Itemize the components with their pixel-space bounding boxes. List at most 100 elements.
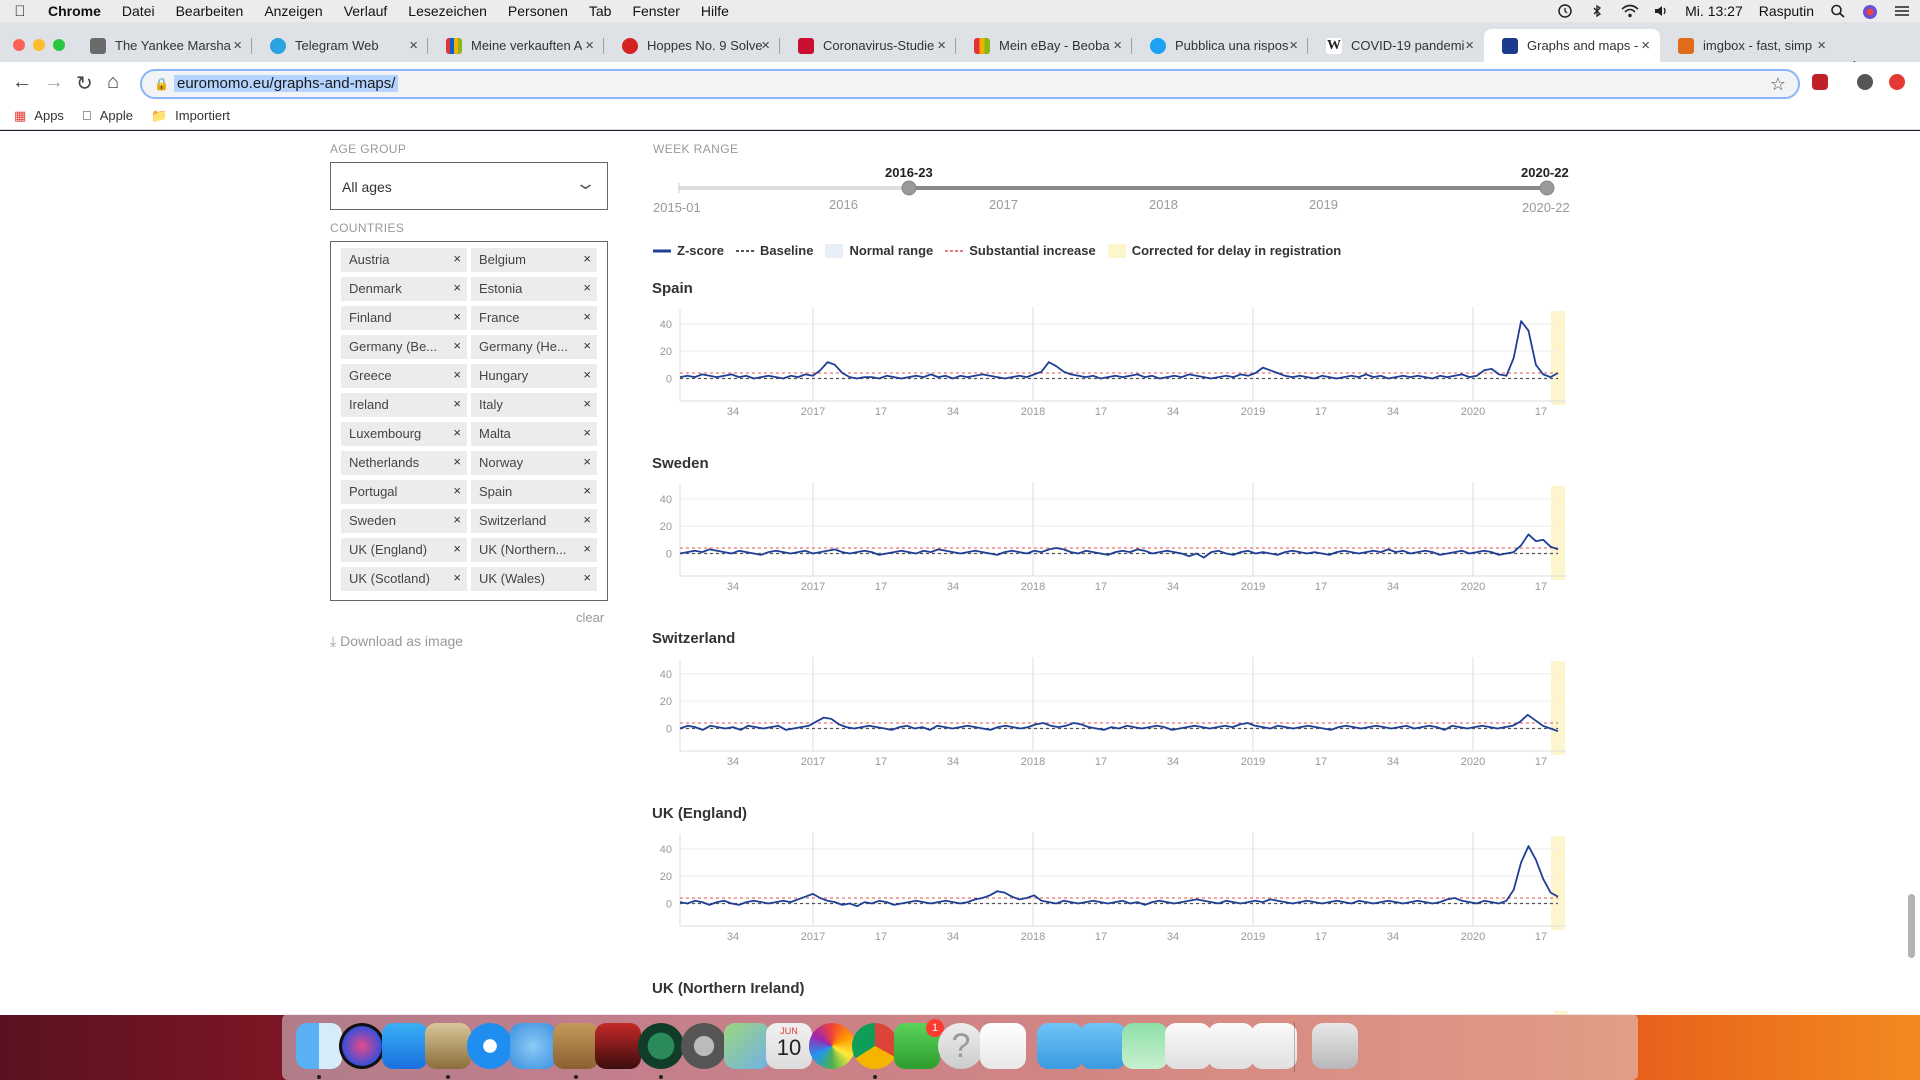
document-icon[interactable]: [1208, 1023, 1254, 1069]
remove-chip-icon[interactable]: ×: [583, 338, 591, 353]
remove-chip-icon[interactable]: ×: [453, 425, 461, 440]
remove-chip-icon[interactable]: ×: [583, 280, 591, 295]
menu-bearbeiten[interactable]: Bearbeiten: [176, 3, 244, 19]
clear-link[interactable]: clear: [576, 610, 604, 625]
app-store-icon[interactable]: [382, 1023, 428, 1069]
remove-chip-icon[interactable]: ×: [583, 309, 591, 324]
menu-anzeigen[interactable]: Anzeigen: [264, 3, 322, 19]
remove-chip-icon[interactable]: ×: [583, 454, 591, 469]
country-chip[interactable]: France ×: [471, 306, 597, 330]
remove-chip-icon[interactable]: ×: [583, 367, 591, 382]
country-chip[interactable]: Greece ×: [341, 364, 467, 388]
tab-close-icon[interactable]: ×: [937, 37, 946, 54]
siri-icon[interactable]: [339, 1023, 385, 1069]
week-range-slider[interactable]: WEEK RANGE 2015-01 2020-22 2016-23 2020-…: [653, 131, 1573, 221]
bluetooth-icon[interactable]: [1589, 4, 1605, 18]
menu-clock[interactable]: Mi. 13:27: [1685, 3, 1743, 19]
maps-icon[interactable]: [724, 1023, 770, 1069]
tab-close-icon[interactable]: ×: [1113, 37, 1122, 54]
remove-chip-icon[interactable]: ×: [583, 483, 591, 498]
country-chip[interactable]: Portugal ×: [341, 480, 467, 504]
profile-icon[interactable]: [1857, 74, 1873, 90]
country-chip[interactable]: Spain ×: [471, 480, 597, 504]
remove-chip-icon[interactable]: ×: [453, 454, 461, 469]
tab-close-icon[interactable]: ×: [409, 37, 418, 54]
country-chip[interactable]: Norway ×: [471, 451, 597, 475]
remove-chip-icon[interactable]: ×: [583, 425, 591, 440]
country-chip[interactable]: UK (Wales) ×: [471, 567, 597, 591]
chart-sweden[interactable]: 0 20 40 34 2017 17 34 2018 17 34 2019 17 34 2020 17: [653, 476, 1573, 606]
wifi-icon[interactable]: [1621, 4, 1639, 18]
extension-icon[interactable]: [1889, 74, 1905, 90]
address-bar[interactable]: 🔒 euromomo.eu/graphs-and-maps/ ☆: [140, 69, 1800, 99]
country-chip[interactable]: Italy ×: [471, 393, 597, 417]
menu-app-name[interactable]: Chrome: [48, 3, 101, 19]
remove-chip-icon[interactable]: ×: [453, 367, 461, 382]
menu-personen[interactable]: Personen: [508, 3, 568, 19]
age-group-select[interactable]: All ages ⌄: [330, 162, 608, 210]
tab-graphs-and-maps[interactable]: Graphs and maps - ×: [1484, 29, 1660, 62]
week-range-track[interactable]: [653, 131, 1573, 221]
volume-icon[interactable]: [1653, 4, 1669, 18]
chrome-icon[interactable]: [852, 1023, 898, 1069]
remove-chip-icon[interactable]: ×: [583, 396, 591, 411]
country-chip[interactable]: Belgium ×: [471, 248, 597, 272]
photos-icon[interactable]: [809, 1023, 855, 1069]
preview-icon[interactable]: [425, 1023, 471, 1069]
bookmark-importiert[interactable]: 📁 Importiert: [151, 108, 230, 124]
remove-chip-icon[interactable]: ×: [583, 251, 591, 266]
country-chip[interactable]: Germany (Be... ×: [341, 335, 467, 359]
time-machine-icon[interactable]: [638, 1023, 684, 1069]
safari-icon[interactable]: [467, 1023, 513, 1069]
menu-fenster[interactable]: Fenster: [632, 3, 679, 19]
bookmark-apps[interactable]: ▦ Apps: [14, 108, 64, 124]
tab-close-icon[interactable]: ×: [1817, 37, 1826, 54]
remove-chip-icon[interactable]: ×: [453, 541, 461, 556]
tab-close-icon[interactable]: ×: [585, 37, 594, 54]
tab-wikipedia-covid[interactable]: W COVID-19 pandemi ×: [1308, 29, 1484, 62]
notification-center-icon[interactable]: [1894, 4, 1910, 18]
tab-imgbox[interactable]: imgbox - fast, simp ×: [1660, 29, 1836, 62]
tab-verkauften[interactable]: Meine verkauften A ×: [428, 29, 604, 62]
menu-hilfe[interactable]: Hilfe: [701, 3, 729, 19]
menu-lesezeichen[interactable]: Lesezeichen: [408, 3, 487, 19]
folder-icon[interactable]: [1037, 1023, 1083, 1069]
chart-spain[interactable]: 0 20 40 34 2017 17 34 2018 17 34 2019 17 34 2020 17: [653, 301, 1573, 431]
page-scrollbar[interactable]: [1908, 894, 1915, 958]
system-preferences-icon[interactable]: [681, 1023, 727, 1069]
forward-button[interactable]: →: [44, 71, 64, 94]
trash-icon[interactable]: [1312, 1023, 1358, 1069]
remove-chip-icon[interactable]: ×: [583, 541, 591, 556]
window-close-button[interactable]: [13, 39, 25, 51]
tab-close-icon[interactable]: ×: [1465, 37, 1474, 54]
remove-chip-icon[interactable]: ×: [453, 512, 461, 527]
country-chip[interactable]: Luxembourg ×: [341, 422, 467, 446]
menu-datei[interactable]: Datei: [122, 3, 155, 19]
photo-booth-icon[interactable]: [595, 1023, 641, 1069]
home-button[interactable]: ⌂: [107, 71, 119, 94]
tab-coronavirus-studie[interactable]: Coronavirus-Studie ×: [780, 29, 956, 62]
country-chip[interactable]: Estonia ×: [471, 277, 597, 301]
applications-folder-icon[interactable]: [1080, 1023, 1126, 1069]
menu-user[interactable]: Rasputin: [1759, 3, 1814, 19]
download-image-link[interactable]: ⤓ Download as image: [330, 633, 463, 650]
ublock-extension-icon[interactable]: [1812, 74, 1828, 90]
tab-yankee-marshal[interactable]: The Yankee Marsha ×: [72, 29, 252, 62]
tab-close-icon[interactable]: ×: [1641, 37, 1650, 54]
remove-chip-icon[interactable]: ×: [453, 309, 461, 324]
reminders-icon[interactable]: [980, 1023, 1026, 1069]
country-chip[interactable]: UK (England) ×: [341, 538, 467, 562]
tab-pubblica[interactable]: Pubblica una rispos ×: [1132, 29, 1308, 62]
country-chip[interactable]: Sweden ×: [341, 509, 467, 533]
calendar-icon[interactable]: JUN 10: [766, 1023, 812, 1069]
remove-chip-icon[interactable]: ×: [453, 251, 461, 266]
window-minimize-button[interactable]: [33, 39, 45, 51]
spotlight-search-icon[interactable]: [1830, 4, 1846, 18]
country-chip[interactable]: Germany (He... ×: [471, 335, 597, 359]
time-machine-status-icon[interactable]: [1557, 4, 1573, 18]
country-chip[interactable]: Switzerland ×: [471, 509, 597, 533]
country-chip[interactable]: UK (Northern... ×: [471, 538, 597, 562]
reload-button[interactable]: ↻: [76, 71, 93, 96]
country-chip[interactable]: Austria ×: [341, 248, 467, 272]
country-chip[interactable]: Denmark ×: [341, 277, 467, 301]
